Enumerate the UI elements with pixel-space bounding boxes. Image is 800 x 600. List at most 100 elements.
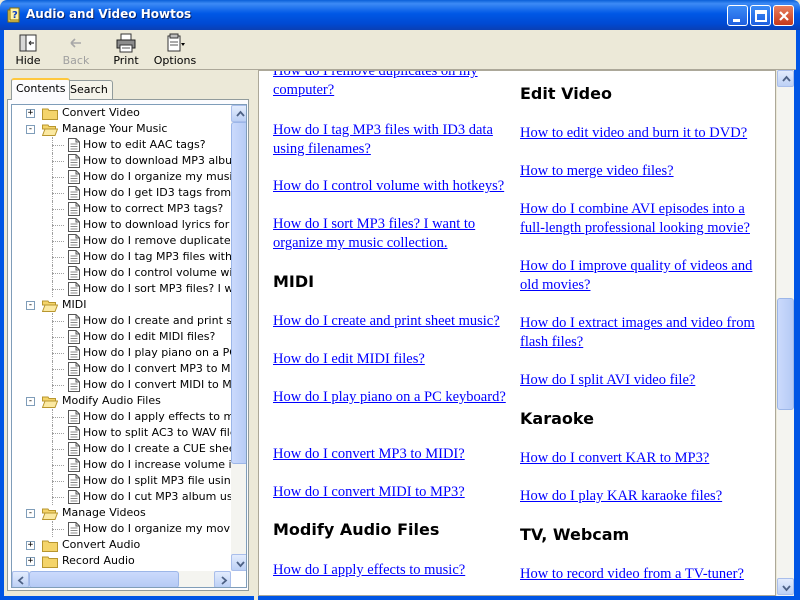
topic-link[interactable]: How do I tag MP3 files with ID3 data usi… [273,121,518,159]
tree-connector [52,385,64,386]
tree-item-label: How do I create and print sheet [83,314,231,327]
scroll-left-button[interactable] [12,571,29,587]
tree-scroll-thumb[interactable] [231,122,246,464]
tree-connector [52,169,53,185]
printer-icon [116,33,136,53]
topic-link[interactable]: How do I play KAR karaoke files? [520,487,765,506]
tree-topic-item[interactable]: How do I convert MP3 to MIDI? [12,361,231,377]
topic-link[interactable]: How do I control volume with hotkeys? [273,177,518,196]
topic-link[interactable]: How do I remove duplicates on my compute… [273,71,518,100]
close-button[interactable] [773,5,794,26]
tree-hscroll-thumb[interactable] [29,571,179,587]
tree-topic-item[interactable]: How to split AC3 to WAV files? [12,425,231,441]
tree-connector [52,153,53,169]
help-page-icon [68,250,80,264]
help-page-icon [68,282,80,296]
maximize-button[interactable] [750,5,771,26]
content-scroll-up-button[interactable] [777,70,794,87]
toolbar: Hide Back Print Options [4,30,796,70]
tree-topic-item[interactable]: How do I remove duplicates on [12,233,231,249]
tree-topic-item[interactable]: How do I split MP3 file using sile [12,473,231,489]
tree-topic-item[interactable]: How do I create and print sheet [12,313,231,329]
back-button[interactable]: Back [54,32,98,68]
help-page-icon [68,442,80,456]
collapse-icon[interactable]: - [26,301,35,310]
collapse-icon[interactable]: - [26,509,35,518]
topic-link[interactable]: How do I improve quality of videos and o… [520,257,765,295]
tree-topic-item[interactable]: How to download MP3 album a [12,153,231,169]
help-page-icon [68,458,80,472]
tree-item-label: How to download MP3 album a [83,154,231,167]
tree-folder-item[interactable]: + Convert Audio [12,537,231,553]
content-scroll-thumb[interactable] [777,298,794,410]
tree-topic-item[interactable]: How to download lyrics for song [12,217,231,233]
collapse-icon[interactable]: - [26,397,35,406]
nav-tabs: Contents Search [7,78,247,100]
topic-link[interactable]: How do I sort MP3 files? I want to organ… [273,215,518,253]
tree-connector [52,249,53,265]
topic-link[interactable]: How do I apply effects to music? [273,561,518,580]
print-button[interactable]: Print [104,32,148,68]
tree-folder-item[interactable]: - Manage Videos [12,505,231,521]
expand-icon[interactable]: + [26,541,35,550]
tree-topic-item[interactable]: How do I create a CUE sheet? [12,441,231,457]
topic-link[interactable]: How do I convert KAR to MP3? [520,449,765,468]
title-bar[interactable]: ? Audio and Video Howtos [0,0,800,30]
topic-link[interactable]: How do I edit MIDI files? [273,350,518,369]
scroll-right-button[interactable] [214,571,231,587]
tree-item-label: How to split AC3 to WAV files? [83,426,231,439]
tree-topic-item[interactable]: How do I get ID3 tags from Inte [12,185,231,201]
tree-item-label: How to download lyrics for song [83,218,231,231]
folder-open-icon [42,124,58,136]
tree-topic-item[interactable]: How to edit AAC tags? [12,137,231,153]
scroll-up-button[interactable] [231,105,246,122]
topic-link[interactable]: How do I extract images and video from f… [520,314,765,352]
tab-search[interactable]: Search [65,80,113,99]
hide-pane-icon [19,34,37,52]
topic-link[interactable]: How do I split AVI video file? [520,371,765,390]
tree-folder-item[interactable]: + Convert Video [12,105,231,121]
tree-horizontal-scrollbar[interactable] [12,571,231,587]
tree-topic-item[interactable]: How do I cut MP3 album using [12,489,231,505]
expand-icon[interactable]: + [26,557,35,566]
tree-item-label: How do I play piano on a PC ke [83,346,231,359]
expand-icon[interactable]: + [26,109,35,118]
scroll-down-button[interactable] [231,554,246,571]
topic-link[interactable]: How do I combine AVI episodes into a ful… [520,200,765,238]
tree-topic-item[interactable]: How do I tag MP3 files with ID3 [12,249,231,265]
collapse-icon[interactable]: - [26,125,35,134]
topic-link[interactable]: How do I play piano on a PC keyboard? [273,388,518,407]
tree-folder-item[interactable]: - Manage Your Music [12,121,231,137]
tree-topic-item[interactable]: How do I play piano on a PC ke [12,345,231,361]
tree-topic-item[interactable]: How do I organize my movie co [12,521,231,537]
tree-folder-item[interactable]: - MIDI [12,297,231,313]
tree-vertical-scrollbar[interactable] [231,105,246,571]
options-button[interactable]: Options [153,32,197,68]
tree-topic-item[interactable]: How to correct MP3 tags? [12,201,231,217]
tree-topic-item[interactable]: How do I control volume with ho [12,265,231,281]
topic-link[interactable]: How to merge video files? [520,162,765,181]
hide-button[interactable]: Hide [6,32,50,68]
tree-topic-item[interactable]: How do I increase volume in MI [12,457,231,473]
tree-item-label: Manage Videos [62,506,146,519]
tree-connector [52,193,64,194]
tree-folder-item[interactable]: + Record Audio [12,553,231,569]
minimize-button[interactable] [727,5,748,26]
topic-link[interactable]: How to edit video and burn it to DVD? [520,124,765,143]
tree-topic-item[interactable]: How do I convert MIDI to MP3? [12,377,231,393]
topic-link[interactable]: How do I create and print sheet music? [273,312,518,331]
content-vertical-scrollbar[interactable] [777,70,794,596]
topic-link[interactable]: How do I convert MIDI to MP3? [273,483,518,502]
folder-open-icon [42,508,58,520]
tree-topic-item[interactable]: How do I edit MIDI files? [12,329,231,345]
tree-topic-item[interactable]: How do I sort MP3 files? I want [12,281,231,297]
topic-link[interactable]: How to record video from a TV-tuner? [520,565,765,584]
navigation-pane: Contents Search + Convert Video - Manage Yo… [4,72,254,596]
tree-connector [52,345,53,361]
topic-link[interactable]: How do I convert MP3 to MIDI? [273,445,518,464]
tab-contents[interactable]: Contents [11,78,71,100]
content-scroll-down-button[interactable] [777,578,794,595]
tree-topic-item[interactable]: How do I organize my music co [12,169,231,185]
tree-topic-item[interactable]: How do I apply effects to music [12,409,231,425]
tree-folder-item[interactable]: - Modify Audio Files [12,393,231,409]
